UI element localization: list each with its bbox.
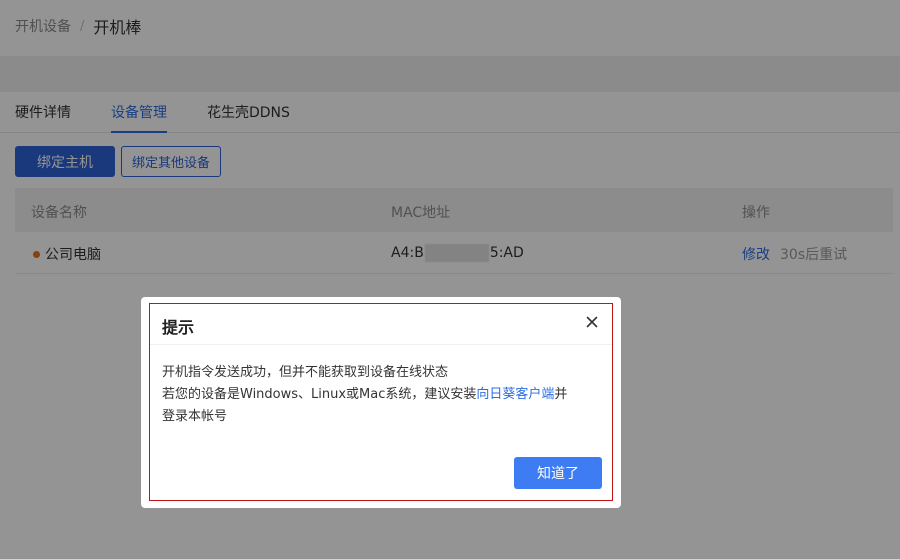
dialog-highlight-frame: 提示 开机指令发送成功，但并不能获取到设备在线状态 若您的设备是Windows、… [149,303,613,501]
dialog-divider [150,344,612,345]
close-icon[interactable] [584,314,600,330]
dialog-line-1: 开机指令发送成功，但并不能获取到设备在线状态 [162,365,449,380]
dialog-line-2: 若您的设备是Windows、Linux或Mac系统，建议安装向日葵客户端并 [162,384,602,406]
dialog-title: 提示 [162,318,195,337]
tip-dialog: 提示 开机指令发送成功，但并不能获取到设备在线状态 若您的设备是Windows、… [141,297,621,508]
dialog-body: 开机指令发送成功，但并不能获取到设备在线状态 若您的设备是Windows、Lin… [162,362,602,428]
got-it-button[interactable]: 知道了 [514,457,602,489]
dialog-line-2-prefix: 若您的设备是Windows、Linux或Mac系统，建议安装 [162,387,477,402]
dialog-line-3: 登录本帐号 [162,409,228,424]
page: 开机设备 / 开机棒 硬件详情 设备管理 花生壳DDNS 绑定主机 绑定其他设备… [0,0,900,559]
dialog-line-2-suffix: 并 [554,387,568,402]
sunlogin-client-link[interactable]: 向日葵客户端 [476,387,554,402]
